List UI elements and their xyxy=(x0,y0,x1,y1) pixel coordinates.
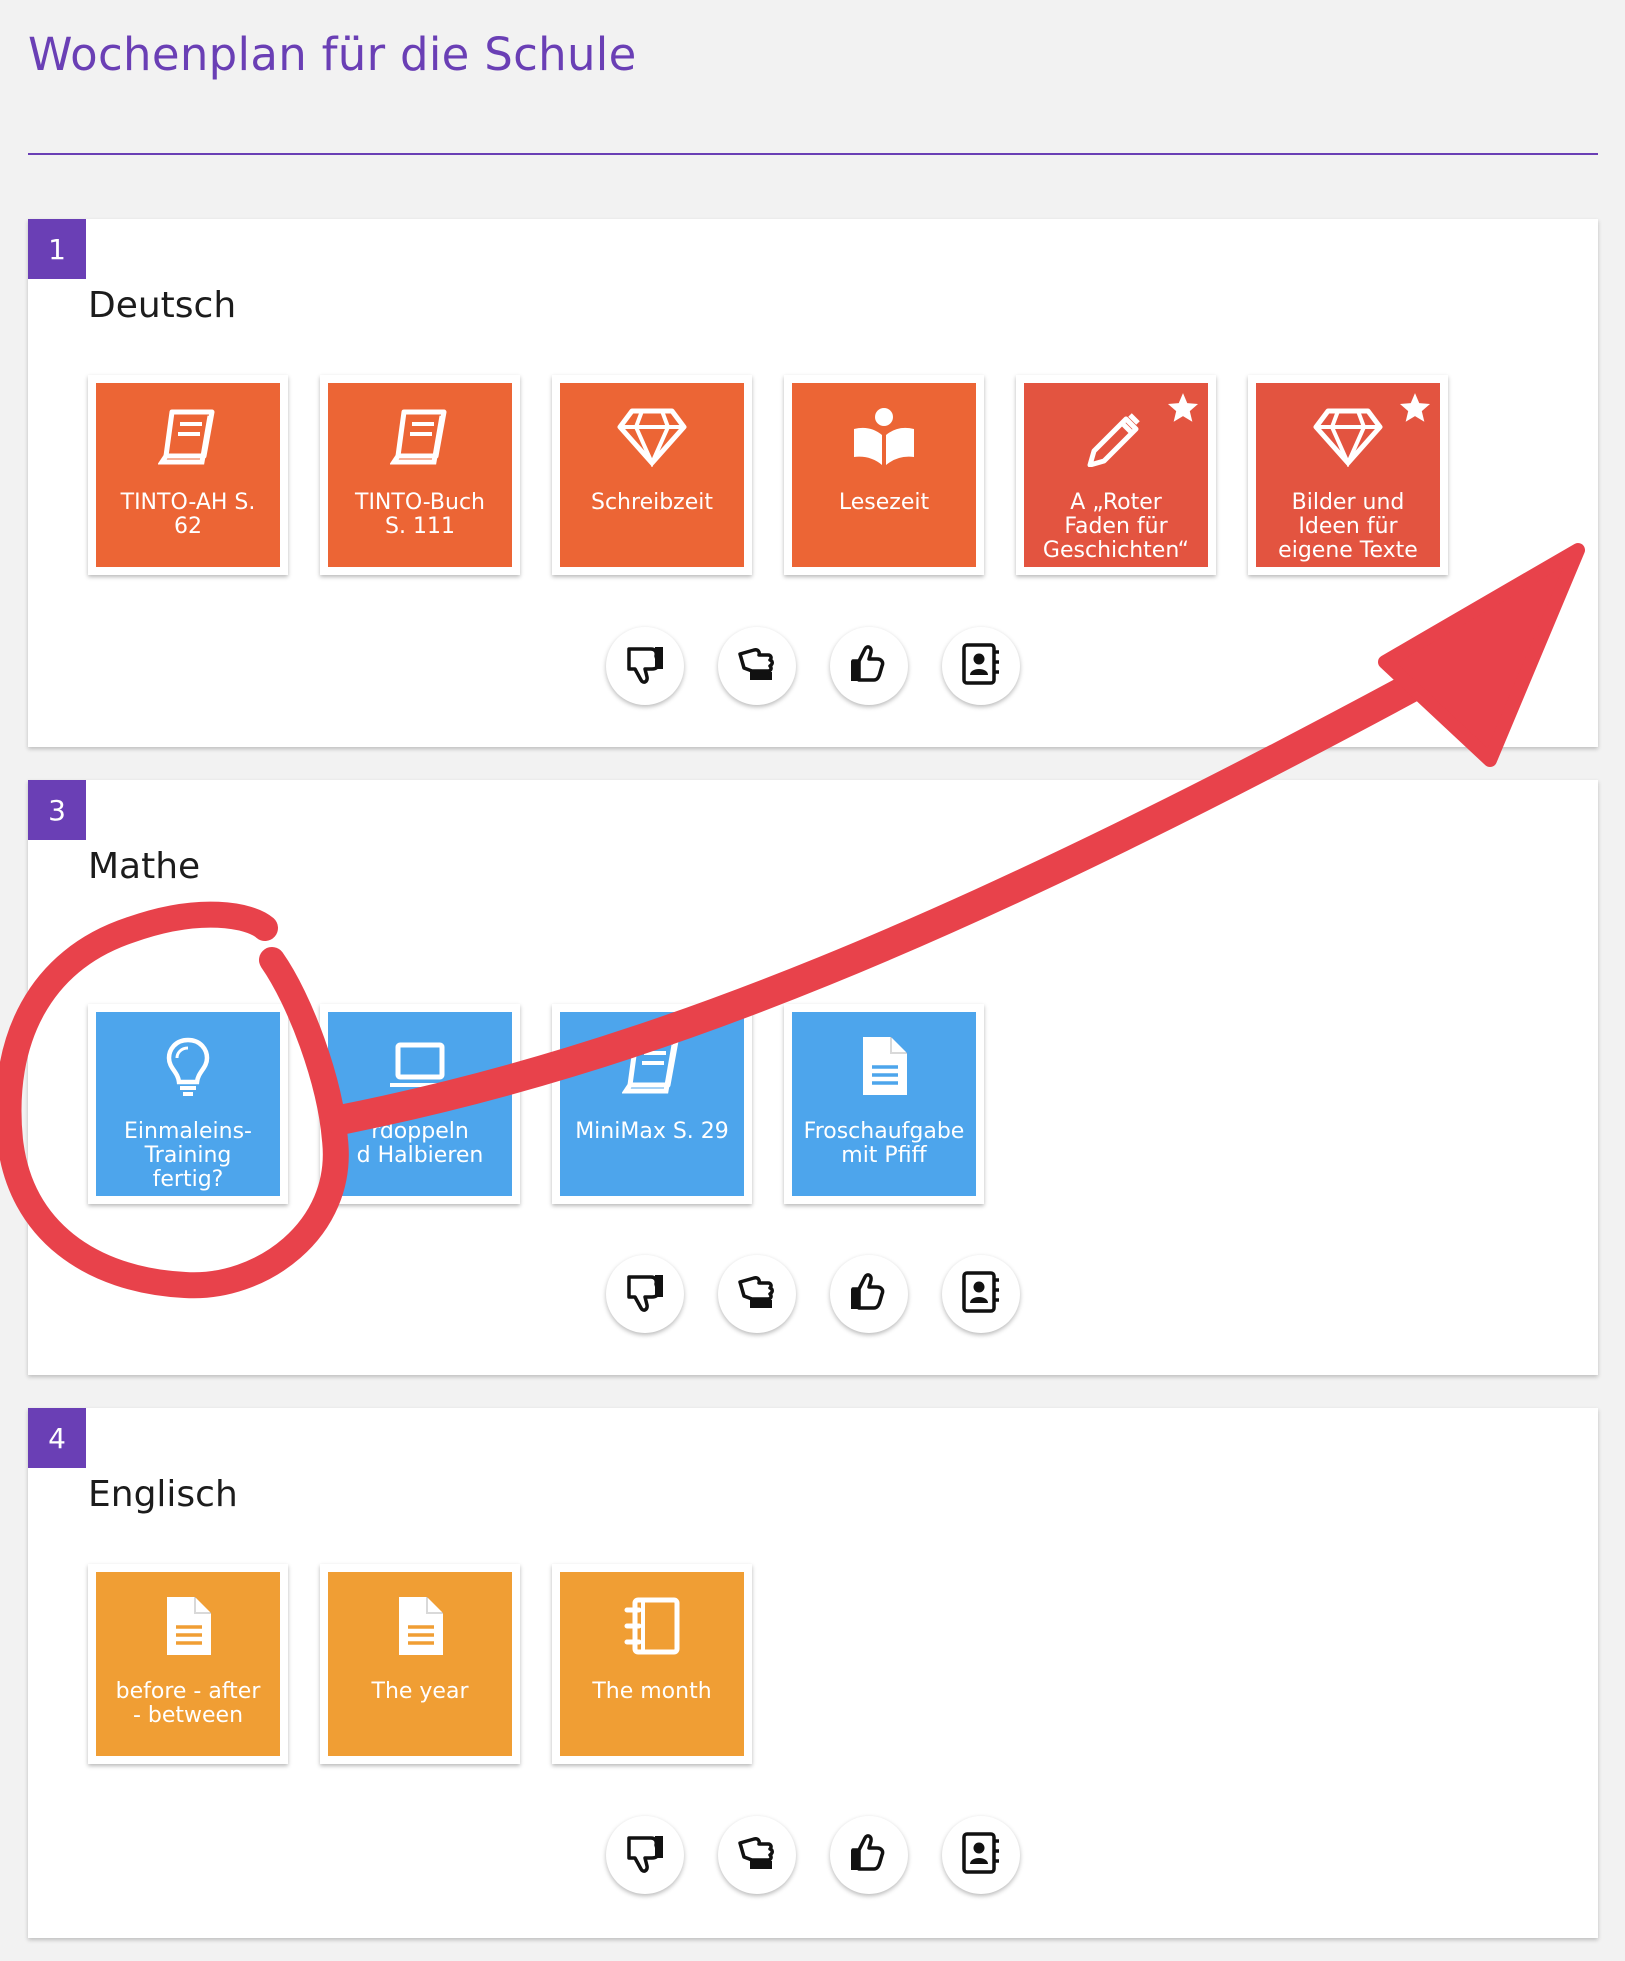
book-icon xyxy=(158,405,218,469)
task-tile-label: The year xyxy=(371,1680,469,1704)
task-tile[interactable]: before - after - between xyxy=(88,1564,288,1764)
book-icon xyxy=(622,1034,682,1098)
feedback-buttons xyxy=(606,1816,1026,1896)
section-number-badge: 1 xyxy=(28,219,86,279)
task-tile-label: MiniMax S. 29 xyxy=(575,1120,729,1144)
task-tile-label: Einmaleins- Training fertig? xyxy=(124,1120,252,1192)
task-tile-body: Einmaleins- Training fertig? xyxy=(96,1012,280,1196)
task-tile-label: A „Roter Faden für Geschichten“ xyxy=(1042,491,1190,563)
task-tile[interactable]: Lesezeit xyxy=(784,375,984,575)
title-divider xyxy=(28,153,1598,155)
task-tile-body: Lesezeit xyxy=(792,383,976,567)
task-tile-body: Froschaufgabe mit Pfiff xyxy=(792,1012,976,1196)
star-icon xyxy=(1398,391,1432,429)
section-englisch: 4 Englisch before - after - between The yea… xyxy=(28,1408,1598,1938)
document-icon xyxy=(163,1594,213,1658)
task-tile[interactable]: Schreibzeit xyxy=(552,375,752,575)
thumbs-up-button[interactable] xyxy=(830,627,908,705)
thumbs-up-button[interactable] xyxy=(830,1816,908,1894)
pencil-icon xyxy=(1086,405,1146,469)
task-tile-label: Froschaufgabe mit Pfiff xyxy=(803,1120,965,1168)
task-tile[interactable]: Bilder und Ideen für eigene Texte xyxy=(1248,375,1448,575)
task-tile-label: before - after - between xyxy=(115,1680,261,1728)
subject-title: Englisch xyxy=(88,1474,238,1515)
thumbs-down-icon xyxy=(625,1271,665,1317)
task-tile[interactable]: Froschaufgabe mit Pfiff xyxy=(784,1004,984,1204)
task-tile-body: Schreibzeit xyxy=(560,383,744,567)
task-tile-label: The month xyxy=(592,1680,712,1704)
section-deutsch: 1 Deutsch TINTO-AH S. 62 TINTO-Buch S. 111 S… xyxy=(28,219,1598,747)
thumbs-down-button[interactable] xyxy=(606,1816,684,1894)
thumbs-down-button[interactable] xyxy=(606,1255,684,1333)
contact-book-button[interactable] xyxy=(942,1255,1020,1333)
task-tile-body: The month xyxy=(560,1572,744,1756)
task-tile-body: A „Roter Faden für Geschichten“ xyxy=(1024,383,1208,567)
task-tile-label: rdoppeln d Halbieren xyxy=(356,1120,484,1168)
task-tile-body: TINTO-Buch S. 111 xyxy=(328,383,512,567)
task-tile-label: TINTO-AH S. 62 xyxy=(120,491,256,539)
task-tile[interactable]: The month xyxy=(552,1564,752,1764)
task-tile-label: Schreibzeit xyxy=(591,491,713,515)
task-tile[interactable]: TINTO-AH S. 62 xyxy=(88,375,288,575)
feedback-buttons xyxy=(606,627,1026,707)
task-tile-label: TINTO-Buch S. 111 xyxy=(355,491,485,539)
thumbs-up-icon xyxy=(849,1271,889,1317)
contact-book-button[interactable] xyxy=(942,1816,1020,1894)
thumbs-sideways-button[interactable] xyxy=(718,1255,796,1333)
contact-book-icon xyxy=(961,1270,1001,1318)
task-tile[interactable]: TINTO-Buch S. 111 xyxy=(320,375,520,575)
section-number-badge: 3 xyxy=(28,780,86,840)
thumbs-sideways-icon xyxy=(736,1833,778,1877)
feedback-buttons xyxy=(606,1255,1026,1335)
task-tile[interactable]: The year xyxy=(320,1564,520,1764)
task-tile[interactable]: rdoppeln d Halbieren xyxy=(320,1004,520,1204)
diamond-icon xyxy=(1312,405,1384,469)
contact-book-icon xyxy=(961,642,1001,690)
document-icon xyxy=(395,1594,445,1658)
diamond-icon xyxy=(616,405,688,469)
reader-icon xyxy=(852,405,916,469)
subject-title: Mathe xyxy=(88,846,201,887)
thumbs-down-icon xyxy=(625,643,665,689)
thumbs-sideways-button[interactable] xyxy=(718,627,796,705)
subject-title: Deutsch xyxy=(88,285,237,326)
task-tile-label: Lesezeit xyxy=(838,491,930,515)
thumbs-sideways-icon xyxy=(736,644,778,688)
section-number-badge: 4 xyxy=(28,1408,86,1468)
thumbs-down-button[interactable] xyxy=(606,627,684,705)
contact-book-button[interactable] xyxy=(942,627,1020,705)
contact-book-icon xyxy=(961,1831,1001,1879)
page-title: Wochenplan für die Schule xyxy=(28,28,637,81)
task-tile-body: TINTO-AH S. 62 xyxy=(96,383,280,567)
document-icon xyxy=(859,1034,909,1098)
task-tile-body: Bilder und Ideen für eigene Texte xyxy=(1256,383,1440,567)
thumbs-up-icon xyxy=(849,643,889,689)
task-tile-body: MiniMax S. 29 xyxy=(560,1012,744,1196)
thumbs-down-icon xyxy=(625,1832,665,1878)
laptop-icon xyxy=(388,1034,452,1098)
notebook-icon xyxy=(621,1594,683,1658)
section-mathe: 3 Mathe Einmaleins- Training fertig? rdoppe… xyxy=(28,780,1598,1375)
task-tile-body: rdoppeln d Halbieren xyxy=(328,1012,512,1196)
star-icon xyxy=(1166,391,1200,429)
thumbs-up-button[interactable] xyxy=(830,1255,908,1333)
task-tile[interactable]: A „Roter Faden für Geschichten“ xyxy=(1016,375,1216,575)
thumbs-sideways-button[interactable] xyxy=(718,1816,796,1894)
thumbs-sideways-icon xyxy=(736,1272,778,1316)
task-tile-body: The year xyxy=(328,1572,512,1756)
task-tile[interactable]: MiniMax S. 29 xyxy=(552,1004,752,1204)
task-tile-label: Bilder und Ideen für eigene Texte xyxy=(1278,491,1418,563)
task-tile-body: before - after - between xyxy=(96,1572,280,1756)
thumbs-up-icon xyxy=(849,1832,889,1878)
task-tile[interactable]: Einmaleins- Training fertig? xyxy=(88,1004,288,1204)
lightbulb-icon xyxy=(165,1034,211,1098)
book-icon xyxy=(390,405,450,469)
